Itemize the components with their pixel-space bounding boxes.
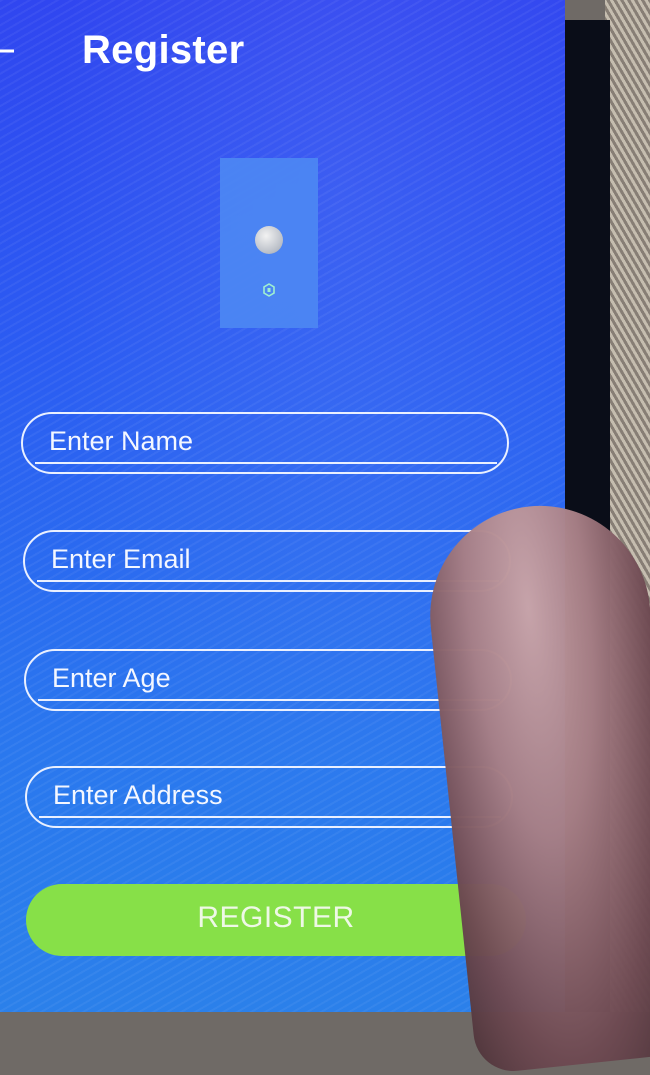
age-field-placeholder: Enter Age bbox=[52, 663, 171, 693]
name-field-placeholder: Enter Name bbox=[49, 426, 194, 456]
register-button[interactable]: REGISTER bbox=[26, 884, 526, 956]
page-title: Register bbox=[82, 28, 245, 72]
arrow-left-icon[interactable] bbox=[0, 36, 16, 66]
address-field[interactable]: Enter Address bbox=[25, 766, 513, 828]
hexagon-icon bbox=[262, 283, 276, 297]
email-field-placeholder: Enter Email bbox=[51, 544, 191, 574]
register-button-label: REGISTER bbox=[197, 901, 355, 934]
address-field-placeholder: Enter Address bbox=[53, 780, 223, 810]
name-field[interactable]: Enter Name bbox=[21, 412, 509, 474]
avatar-icon bbox=[255, 226, 283, 254]
